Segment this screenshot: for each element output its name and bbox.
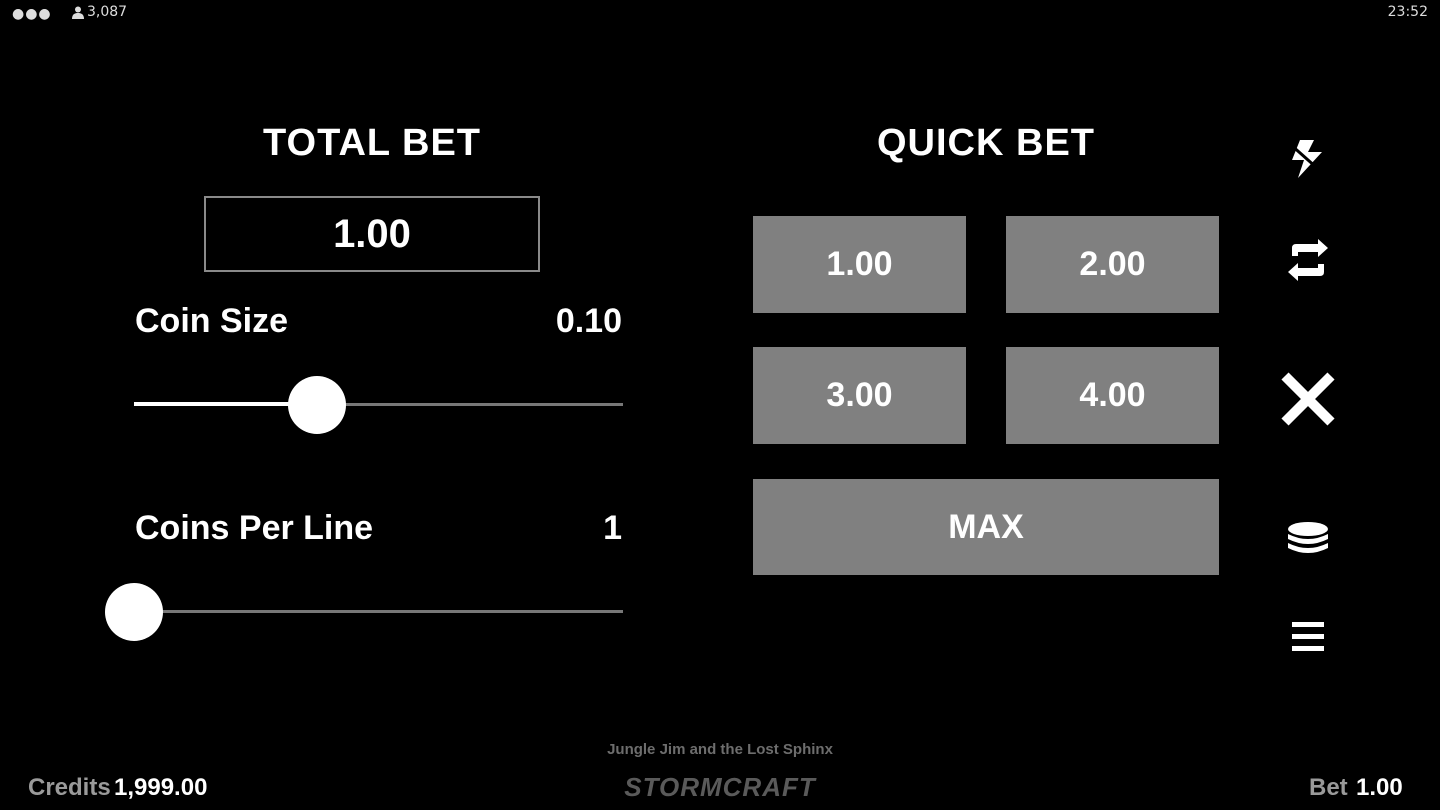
game-title: Jungle Jim and the Lost Sphinx bbox=[607, 741, 833, 758]
coin-stack-icon[interactable] bbox=[1278, 520, 1338, 560]
slider-track bbox=[134, 610, 623, 613]
quick-bet-button-4[interactable]: 4.00 bbox=[1006, 347, 1219, 444]
ellipsis-icon[interactable]: ●●● bbox=[12, 6, 52, 22]
close-icon[interactable] bbox=[1278, 370, 1338, 428]
coin-size-label: Coin Size bbox=[135, 302, 289, 340]
quick-bet-title: QUICK BET bbox=[877, 122, 1095, 164]
menu-icon[interactable] bbox=[1278, 621, 1338, 653]
max-bet-button[interactable]: MAX bbox=[753, 479, 1219, 575]
credits-value: 1,999.00 bbox=[114, 774, 208, 801]
clock: 23:52 bbox=[1387, 4, 1428, 20]
brand-logo: STORMCRAFT bbox=[624, 772, 816, 802]
slider-thumb[interactable] bbox=[105, 583, 163, 641]
total-bet-title: TOTAL BET bbox=[263, 122, 481, 164]
player-count: 3,087 bbox=[72, 4, 127, 20]
coin-size-value: 0.10 bbox=[555, 302, 622, 340]
player-count-value: 3,087 bbox=[87, 4, 128, 20]
slider-thumb[interactable] bbox=[288, 376, 346, 434]
autoplay-icon[interactable] bbox=[1278, 238, 1338, 282]
status-bar: ●●● 3,087 23:52 bbox=[0, 0, 1440, 26]
credits-label: Credits bbox=[28, 774, 111, 801]
coins-per-line-value: 1 bbox=[603, 509, 622, 547]
bet-label: Bet bbox=[1309, 774, 1348, 801]
total-bet-value: 1.00 bbox=[204, 196, 540, 272]
coin-size-slider[interactable] bbox=[134, 376, 623, 434]
coins-per-line-label: Coins Per Line bbox=[135, 509, 374, 547]
lightning-icon[interactable] bbox=[1278, 138, 1338, 180]
coins-per-line-slider[interactable] bbox=[105, 583, 623, 641]
person-icon bbox=[72, 6, 84, 19]
quick-bet-button-2[interactable]: 2.00 bbox=[1006, 216, 1219, 313]
bet-value: 1.00 bbox=[1356, 774, 1403, 801]
quick-bet-button-1[interactable]: 1.00 bbox=[753, 216, 966, 313]
quick-bet-button-3[interactable]: 3.00 bbox=[753, 347, 966, 444]
